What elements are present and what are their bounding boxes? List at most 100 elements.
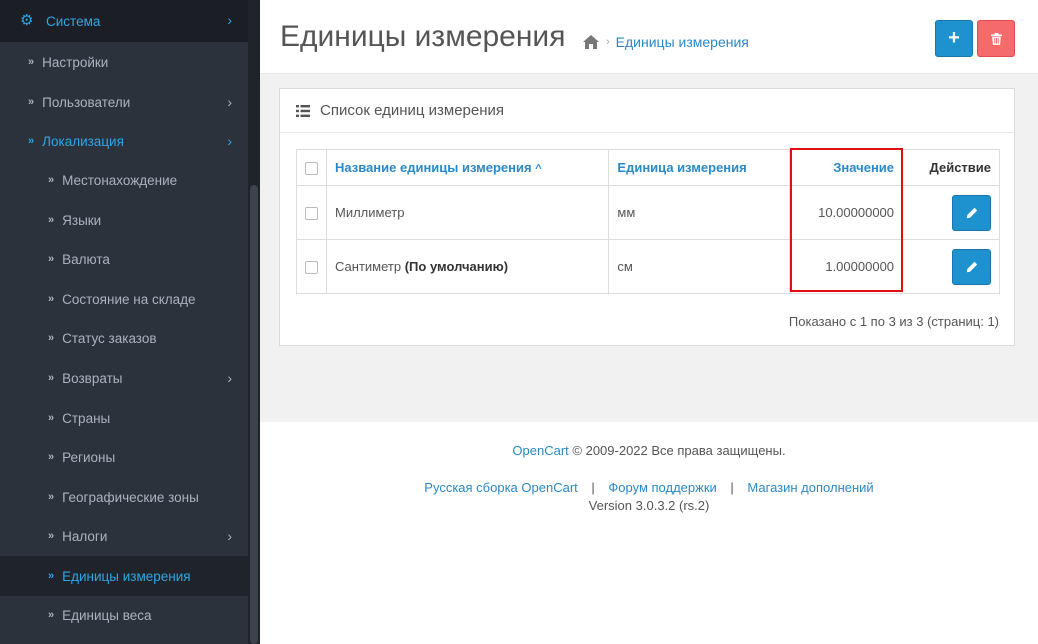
double-chevron-icon: » (48, 530, 55, 542)
sidebar-item-label: Единицы измерения (62, 568, 191, 584)
sidebar-item-returns[interactable]: » Возвраты › (0, 358, 248, 398)
double-chevron-icon: » (48, 293, 55, 305)
delete-button[interactable] (977, 20, 1015, 57)
main-content: Единицы измерения › Единицы измерения + (260, 0, 1038, 644)
page-title: Единицы измерения (280, 20, 566, 53)
value-cell: 1.00000000 (789, 239, 904, 294)
double-chevron-icon: » (48, 609, 55, 621)
russian-build-link[interactable]: Русская сборка OpenCart (424, 480, 577, 495)
copyright-text: © 2009-2022 Все права защищены. (568, 443, 786, 458)
sidebar-item-currencies[interactable]: » Валюта (0, 239, 248, 279)
sidebar-item-users[interactable]: » Пользователи › (0, 82, 248, 122)
sidebar-item-label: Пользователи (42, 94, 131, 110)
double-chevron-icon: » (48, 491, 55, 503)
sidebar-item-taxes[interactable]: » Налоги › (0, 516, 248, 556)
sidebar-item-languages[interactable]: » Языки (0, 200, 248, 240)
unit-name: Сантиметр (335, 259, 402, 274)
content-area: Список единиц измерения Название единицы… (260, 74, 1038, 422)
value-cell: 10.00000000 (789, 185, 904, 240)
sidebar-item-label: Единицы веса (62, 607, 152, 623)
sort-asc-icon: ^ (535, 163, 542, 175)
list-panel: Список единиц измерения Название единицы… (279, 88, 1015, 346)
sidebar-item-length-classes[interactable]: » Единицы измерения (0, 556, 248, 596)
sidebar-item-order-statuses[interactable]: » Статус заказов (0, 318, 248, 358)
length-class-table: Название единицы измерения ^ Единица изм… (296, 149, 1000, 294)
chevron-right-icon: › (227, 370, 232, 386)
double-chevron-icon: » (48, 174, 55, 186)
column-header-unit[interactable]: Единица измерения (608, 149, 791, 186)
table-header-row: Название единицы измерения ^ Единица изм… (296, 149, 1000, 186)
sidebar-item-weight-classes[interactable]: » Единицы веса (0, 595, 248, 635)
action-cell (902, 185, 1000, 240)
footer: OpenCart © 2009-2022 Все права защищены.… (260, 422, 1038, 644)
footer-copyright: OpenCart © 2009-2022 Все права защищены. (260, 443, 1038, 458)
name-cell: Миллиметр (325, 185, 610, 240)
select-all-checkbox[interactable] (305, 162, 318, 176)
column-header-name[interactable]: Название единицы измерения ^ (325, 149, 610, 186)
default-label: (По умолчанию) (404, 259, 509, 274)
sidebar-item-label: Настройки (42, 54, 109, 70)
panel-title: Список единиц измерения (320, 102, 505, 119)
table-row: Миллиметр мм 10.00000000 (296, 185, 1000, 240)
table-row: Сантиметр (По умолчанию) см 1.00000000 (296, 239, 1000, 294)
action-cell (902, 239, 1000, 294)
sidebar-item-label: Регионы (62, 449, 116, 465)
sort-by-unit-link[interactable]: Единица измерения (617, 160, 746, 175)
chevron-right-icon: › (227, 12, 232, 28)
sidebar-item-label: Система (46, 13, 101, 29)
sort-by-name-link[interactable]: Название единицы измерения (335, 160, 532, 175)
edit-button[interactable] (952, 248, 991, 285)
breadcrumb: › Единицы измерения (582, 34, 749, 50)
sidebar-item-stock-statuses[interactable]: » Состояние на складе (0, 279, 248, 319)
double-chevron-icon: » (28, 56, 35, 68)
sidebar-item-geo-zones[interactable]: » Географические зоны (0, 477, 248, 517)
sidebar-item-label: Языки (62, 212, 102, 228)
sidebar-item-countries[interactable]: » Страны (0, 398, 248, 438)
footer-links: Русская сборка OpenCart | Форум поддержк… (260, 480, 1038, 495)
sidebar-item-settings[interactable]: » Настройки (0, 42, 248, 82)
sidebar-item-label: Статус заказов (62, 330, 157, 346)
extensions-store-link[interactable]: Магазин дополнений (747, 480, 873, 495)
double-chevron-icon: » (48, 412, 55, 424)
sidebar-item-label: Локализация (42, 133, 124, 149)
column-header-value[interactable]: Значение (789, 149, 904, 186)
double-chevron-icon: » (48, 451, 55, 463)
breadcrumb-separator-icon: › (606, 36, 610, 48)
sort-by-value-link[interactable]: Значение (833, 160, 894, 175)
page-header: Единицы измерения › Единицы измерения + (260, 0, 1038, 74)
sidebar-item-zones[interactable]: » Регионы (0, 437, 248, 477)
unit-cell: см (608, 239, 791, 294)
breadcrumb-link[interactable]: Единицы измерения (616, 34, 749, 50)
sidebar-scrollbar-thumb[interactable] (250, 185, 258, 644)
double-chevron-icon: » (48, 214, 55, 226)
row-select-cell (296, 185, 327, 240)
sidebar-item-label: Географические зоны (62, 489, 199, 505)
gear-icon: ⚙ (20, 12, 34, 29)
name-cell: Сантиметр (По умолчанию) (325, 239, 610, 294)
double-chevron-icon: » (48, 332, 55, 344)
sidebar-item-label: Возвраты (62, 370, 123, 386)
trash-icon (990, 32, 1002, 45)
double-chevron-icon: » (48, 372, 55, 384)
row-checkbox[interactable] (305, 261, 318, 275)
edit-button[interactable] (952, 194, 991, 231)
support-forum-link[interactable]: Форум поддержки (608, 480, 716, 495)
sidebar-item-system[interactable]: ⚙ Система › (0, 0, 248, 42)
column-header-action: Действие (902, 149, 1000, 186)
sidebar-item-label: Налоги (62, 528, 108, 544)
pencil-icon (966, 261, 977, 272)
sidebar-item-locations[interactable]: » Местонахождение (0, 160, 248, 200)
home-icon[interactable] (582, 34, 600, 50)
sidebar-item-label: Страны (62, 410, 111, 426)
double-chevron-icon: » (28, 96, 35, 108)
row-checkbox[interactable] (305, 207, 318, 221)
sidebar-item-label: Местонахождение (62, 172, 178, 188)
plus-icon: + (948, 27, 960, 49)
opencart-link[interactable]: OpenCart (512, 443, 568, 458)
select-all-cell (296, 149, 327, 186)
sidebar-item-localisation[interactable]: » Локализация › (0, 121, 248, 161)
add-button[interactable]: + (935, 20, 973, 57)
sidebar: ⚙ Система › » Настройки » Пользователи ›… (0, 0, 260, 644)
pagination-info: Показано с 1 по 3 из 3 (страниц: 1) (788, 314, 999, 329)
unit-name: Миллиметр (335, 205, 405, 220)
